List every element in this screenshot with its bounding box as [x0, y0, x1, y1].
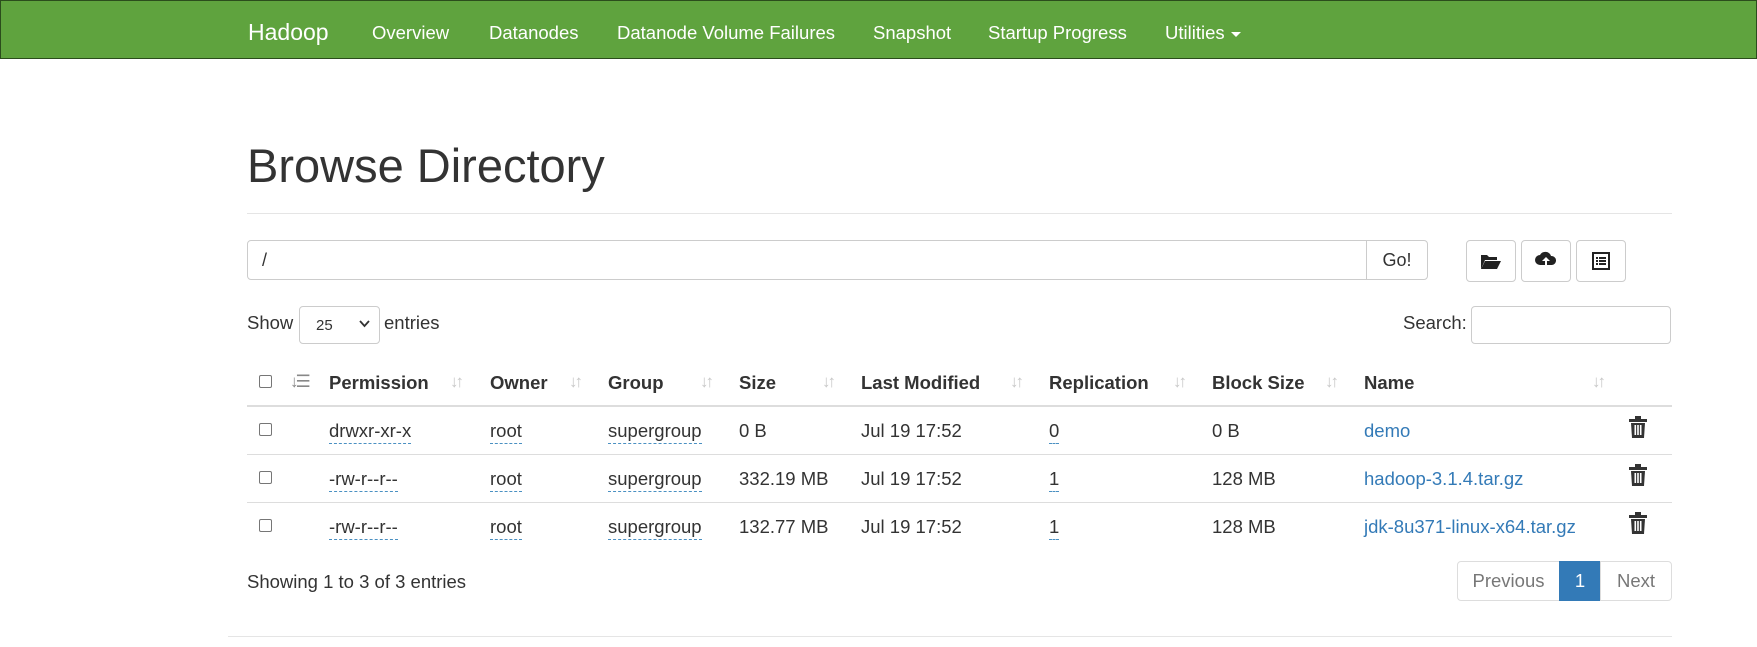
permission-cell[interactable]: -rw-r--r--: [329, 516, 398, 540]
next-page-button[interactable]: Next: [1600, 561, 1672, 601]
trash-icon[interactable]: [1629, 512, 1647, 534]
sort-both-icon[interactable]: ↓↑: [569, 372, 583, 392]
nav-datanodes[interactable]: Datanodes: [489, 22, 578, 44]
sort-asc-icon[interactable]: ↓☰: [290, 372, 311, 392]
page-title: Browse Directory: [247, 139, 605, 192]
sort-both-icon[interactable]: ↓↑: [822, 372, 836, 392]
search-label: Search:: [1403, 312, 1467, 333]
column-size[interactable]: Size: [739, 372, 776, 394]
cloud-upload-icon: [1535, 251, 1557, 268]
navbar: Hadoop Overview Datanodes Datanode Volum…: [0, 0, 1757, 59]
row-checkbox[interactable]: [259, 423, 272, 436]
owner-cell[interactable]: root: [490, 468, 522, 492]
header-divider: [247, 405, 1672, 407]
go-button[interactable]: Go!: [1366, 240, 1428, 280]
brand-link[interactable]: Hadoop: [248, 19, 329, 46]
column-last-modified[interactable]: Last Modified: [861, 372, 980, 394]
list-alt-icon: [1592, 252, 1610, 270]
column-group[interactable]: Group: [608, 372, 664, 394]
column-block-size[interactable]: Block Size: [1212, 372, 1305, 394]
block-size-cell: 128 MB: [1212, 516, 1276, 537]
replication-cell[interactable]: 0: [1049, 420, 1060, 444]
row-checkbox[interactable]: [259, 519, 272, 532]
chevron-down-icon: [359, 320, 370, 328]
nav-overview[interactable]: Overview: [372, 22, 449, 44]
nav-utilities-dropdown[interactable]: Utilities: [1165, 22, 1241, 44]
last-modified-cell: Jul 19 17:52: [861, 468, 962, 489]
column-replication[interactable]: Replication: [1049, 372, 1149, 394]
create-directory-button[interactable]: [1466, 240, 1516, 282]
owner-cell[interactable]: root: [490, 516, 522, 540]
column-permission[interactable]: Permission: [329, 372, 429, 394]
nav-utilities-label: Utilities: [1165, 22, 1225, 43]
column-name[interactable]: Name: [1364, 372, 1414, 394]
replication-cell[interactable]: 1: [1049, 516, 1060, 540]
nav-startup-progress[interactable]: Startup Progress: [988, 22, 1127, 44]
page-1-button[interactable]: 1: [1559, 561, 1601, 601]
last-modified-cell: Jul 19 17:52: [861, 420, 962, 441]
last-modified-cell: Jul 19 17:52: [861, 516, 962, 537]
group-cell[interactable]: supergroup: [608, 468, 702, 492]
sort-both-icon[interactable]: ↓↑: [1325, 372, 1339, 392]
size-cell: 0 B: [739, 420, 767, 441]
name-link[interactable]: jdk-8u371-linux-x64.tar.gz: [1364, 516, 1576, 538]
sort-both-icon[interactable]: ↓↑: [450, 372, 464, 392]
previous-page-button[interactable]: Previous: [1457, 561, 1560, 601]
show-label: Show: [247, 312, 294, 333]
entries-label: entries: [384, 312, 440, 333]
replication-cell[interactable]: 1: [1049, 468, 1060, 492]
table-info: Showing 1 to 3 of 3 entries: [247, 571, 467, 592]
permission-cell[interactable]: -rw-r--r--: [329, 468, 398, 492]
bottom-divider: [228, 636, 1672, 637]
sort-both-icon[interactable]: ↓↑: [1173, 372, 1187, 392]
block-size-cell: 128 MB: [1212, 468, 1276, 489]
owner-cell[interactable]: root: [490, 420, 522, 444]
page-size-value: 25: [316, 316, 333, 334]
row-divider: [247, 454, 1672, 455]
permission-cell[interactable]: drwxr-xr-x: [329, 420, 412, 444]
select-all-checkbox[interactable]: [259, 375, 272, 388]
group-cell[interactable]: supergroup: [608, 420, 702, 444]
title-divider: [247, 213, 1672, 214]
sort-both-icon[interactable]: ↓↑: [1010, 372, 1024, 392]
caret-down-icon: [1230, 31, 1241, 37]
block-size-cell: 0 B: [1212, 420, 1240, 441]
name-link[interactable]: demo: [1364, 420, 1410, 442]
folder-open-icon: [1481, 255, 1501, 269]
trash-icon[interactable]: [1629, 464, 1647, 486]
size-cell: 332.19 MB: [739, 468, 829, 489]
row-checkbox[interactable]: [259, 471, 272, 484]
size-cell: 132.77 MB: [739, 516, 829, 537]
nav-datanode-volume-failures[interactable]: Datanode Volume Failures: [617, 22, 835, 44]
upload-files-button[interactable]: [1521, 240, 1571, 282]
nav-snapshot[interactable]: Snapshot: [873, 22, 951, 44]
sort-both-icon[interactable]: ↓↑: [700, 372, 714, 392]
trash-icon[interactable]: [1629, 416, 1647, 438]
cut-paste-button[interactable]: [1576, 240, 1626, 282]
search-input[interactable]: [1471, 306, 1671, 344]
group-cell[interactable]: supergroup: [608, 516, 702, 540]
page-size-select[interactable]: 25: [299, 306, 380, 344]
column-owner[interactable]: Owner: [490, 372, 548, 394]
name-link[interactable]: hadoop-3.1.4.tar.gz: [1364, 468, 1523, 490]
row-divider: [247, 502, 1672, 503]
sort-both-icon[interactable]: ↓↑: [1592, 372, 1606, 392]
directory-path-input[interactable]: [247, 240, 1367, 280]
